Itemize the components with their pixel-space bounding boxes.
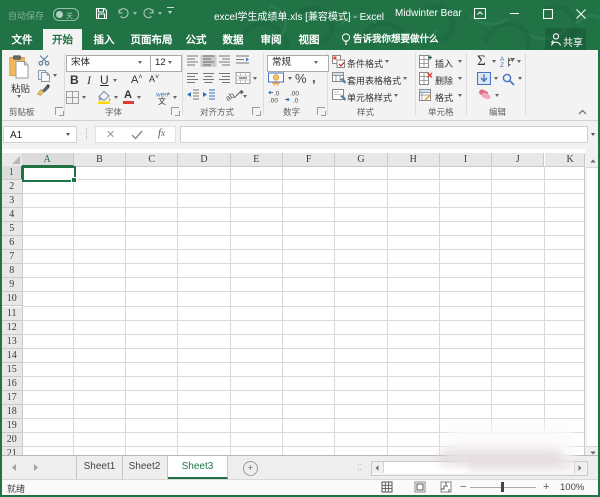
svg-text:.00: .00: [290, 91, 299, 98]
svg-text:.0: .0: [293, 98, 299, 104]
svg-text:Z: Z: [500, 62, 504, 67]
svg-text:ab: ab: [224, 90, 237, 102]
svg-text:文: 文: [158, 96, 166, 105]
svg-text:.00: .00: [269, 98, 278, 104]
svg-text:.0: .0: [274, 91, 280, 98]
